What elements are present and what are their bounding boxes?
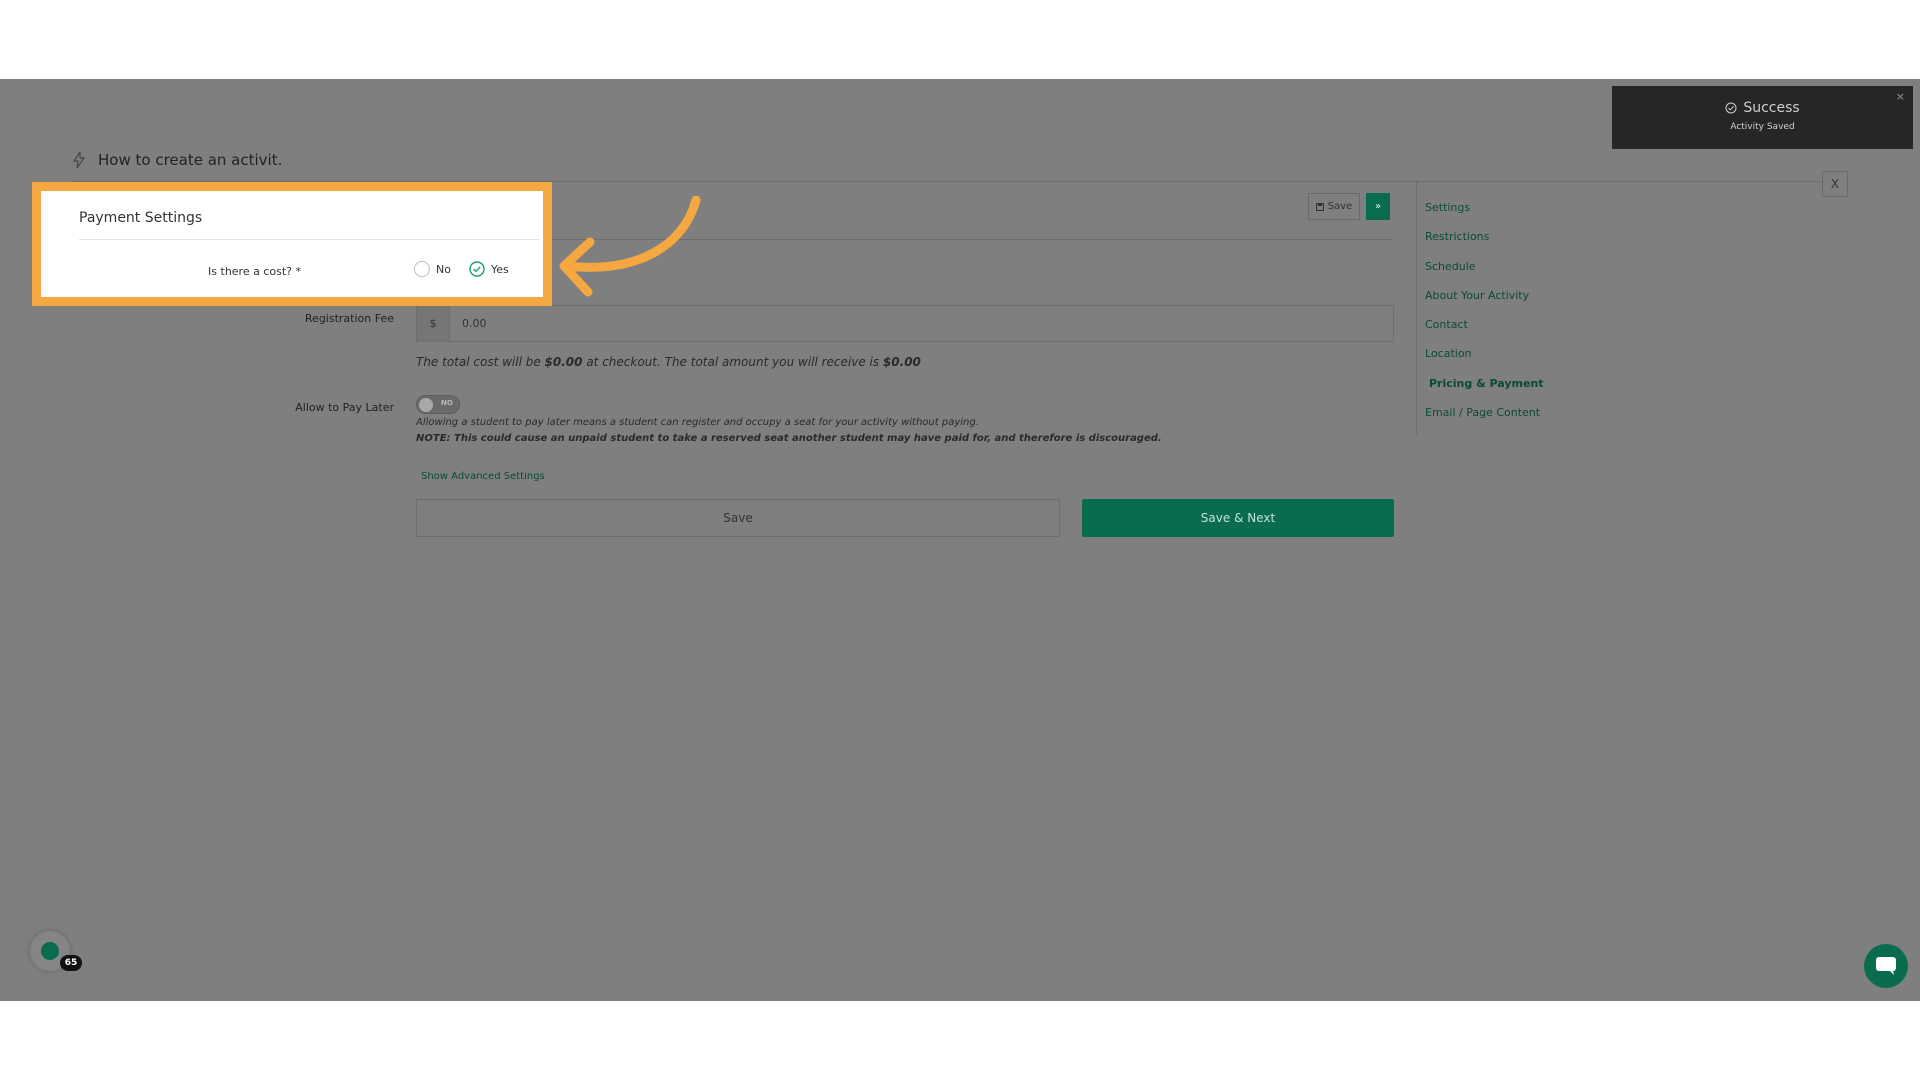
cost-option-yes[interactable]: Yes [469, 261, 509, 277]
page-title-text: How to create an activit. [98, 151, 283, 169]
toolbar-save-label: Save [1327, 201, 1353, 212]
radio-checked-icon [469, 261, 485, 277]
check-circle-icon [1725, 102, 1737, 114]
chat-bubble-icon [1876, 957, 1896, 975]
toggle-knob [419, 398, 433, 412]
nav-item-location[interactable]: Location [1417, 347, 1616, 376]
nav-item-pricing-payment[interactable]: Pricing & Payment [1417, 377, 1616, 406]
registration-fee-input[interactable]: 0.00 [450, 306, 1393, 341]
bolt-icon [72, 152, 86, 168]
cost-option-no-label: No [436, 262, 451, 276]
nav-item-contact[interactable]: Contact [1417, 318, 1616, 347]
success-toast: Success Activity Saved × [1612, 86, 1913, 149]
pay-later-description: Allowing a student to pay later means a … [416, 417, 979, 428]
payment-settings-heading: Payment Settings [79, 210, 203, 226]
pay-later-label: Allow to Pay Later [295, 401, 394, 414]
toolbar-save-button[interactable]: Save [1308, 193, 1360, 220]
total-cost-note: The total cost will be $0.00 at checkout… [416, 355, 921, 369]
cost-option-no[interactable]: No [414, 261, 451, 277]
toast-message: Activity Saved [1730, 122, 1795, 132]
total-cost-value: $0.00 [544, 355, 583, 369]
nav-item-schedule[interactable]: Schedule [1417, 260, 1616, 289]
payment-settings-callout: Payment Settings Is there a cost? * No Y… [32, 182, 552, 306]
page-title: How to create an activit. [72, 151, 282, 169]
app-logo-icon [41, 942, 59, 960]
save-icon [1315, 202, 1324, 211]
nav-item-email-page-content[interactable]: Email / Page Content [1417, 406, 1616, 435]
cost-question-label: Is there a cost? * [208, 265, 301, 278]
notification-badge: 65 [60, 955, 82, 971]
toggle-state-text: NO [441, 399, 453, 407]
toolbar-next-button[interactable]: » [1366, 193, 1390, 220]
chat-button[interactable] [1864, 944, 1908, 988]
receive-amount-value: $0.00 [882, 355, 921, 369]
curved-arrow-icon [559, 196, 701, 297]
toast-close-icon[interactable]: × [1896, 90, 1905, 103]
currency-prefix: $ [417, 306, 450, 341]
nav-item-restrictions[interactable]: Restrictions [1417, 230, 1616, 259]
close-dialog-button[interactable]: X [1822, 171, 1848, 197]
radio-unchecked-icon [414, 261, 430, 277]
registration-fee-field[interactable]: $ 0.00 [416, 305, 1394, 342]
payment-settings-divider [79, 239, 539, 240]
cost-option-yes-label: Yes [491, 262, 509, 276]
pay-later-warning: NOTE: This could cause an unpaid student… [416, 433, 1162, 444]
nav-item-about[interactable]: About Your Activity [1417, 289, 1616, 318]
show-advanced-settings-link[interactable]: Show Advanced Settings [421, 471, 545, 482]
toast-title: Success [1743, 100, 1800, 116]
nav-item-settings[interactable]: Settings [1417, 201, 1616, 230]
save-and-next-button[interactable]: Save & Next [1082, 499, 1394, 537]
pay-later-toggle[interactable]: NO [416, 395, 460, 414]
section-nav: Settings Restrictions Schedule About You… [1416, 181, 1616, 436]
save-button[interactable]: Save [416, 499, 1060, 537]
registration-fee-label: Registration Fee [304, 312, 394, 325]
